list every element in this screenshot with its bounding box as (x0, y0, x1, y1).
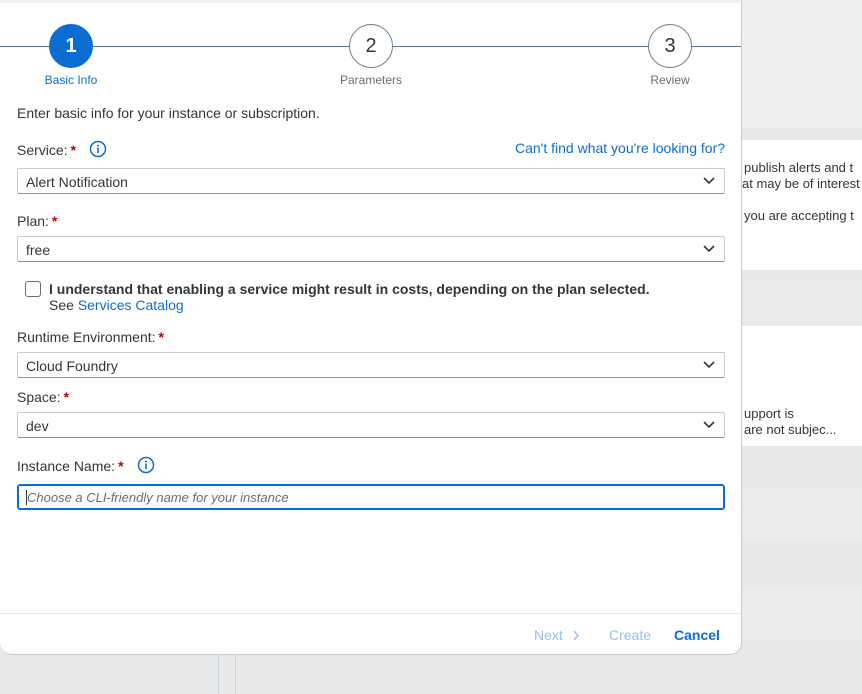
background-text: upport is (744, 406, 794, 421)
wizard-step-label-review[interactable]: Review (620, 73, 720, 87)
background-panel (736, 488, 862, 538)
runtime-label-text: Runtime Environment: (17, 329, 156, 345)
background-text: publish alerts and t (744, 160, 854, 175)
background-text: are not subjec... (744, 422, 837, 437)
see-text: See (49, 297, 74, 313)
dialog-top-bar (0, 0, 741, 3)
create-button[interactable]: Create (609, 627, 651, 643)
required-marker: * (118, 458, 124, 474)
background-panel (736, 280, 862, 320)
help-link[interactable]: Can't find what you're looking for? (515, 140, 725, 156)
chevron-right-icon (573, 630, 580, 641)
background-panel (736, 0, 862, 128)
service-select-value: Alert Notification (26, 174, 128, 190)
plan-label: Plan: * (17, 213, 57, 229)
cancel-button[interactable]: Cancel (674, 627, 720, 643)
chevron-down-icon (703, 421, 715, 429)
wizard-step-2[interactable]: 2 (349, 24, 393, 68)
info-icon[interactable] (89, 140, 107, 158)
runtime-environment-select[interactable]: Cloud Foundry (17, 352, 725, 378)
service-label: Service: * (17, 142, 76, 158)
space-select[interactable]: dev (17, 412, 725, 438)
wizard-step-label-basic-info[interactable]: Basic Info (21, 73, 121, 87)
wizard-step-number: 3 (664, 34, 676, 57)
info-icon[interactable] (137, 456, 155, 474)
cost-acknowledgment-text: I understand that enabling a service mig… (49, 281, 650, 297)
instance-name-label-text: Instance Name: (17, 458, 116, 474)
background-panel (736, 590, 862, 640)
services-catalog-line: See Services Catalog (49, 297, 184, 313)
background-text: at may be of interest (742, 176, 860, 191)
background-divider (235, 650, 236, 694)
wizard-step-3[interactable]: 3 (648, 24, 692, 68)
required-marker: * (63, 389, 70, 405)
dialog-footer-divider (0, 613, 741, 614)
required-marker: * (51, 213, 58, 229)
runtime-environment-label: Runtime Environment: * (17, 329, 164, 345)
chevron-down-icon (703, 361, 715, 369)
background-divider (218, 650, 219, 694)
service-select[interactable]: Alert Notification (17, 168, 725, 194)
space-label: Space: * (17, 389, 69, 405)
required-marker: * (158, 329, 164, 345)
background-text: you are accepting t (744, 208, 854, 223)
next-button[interactable]: Next (534, 627, 563, 643)
chevron-down-icon (703, 245, 715, 253)
instance-name-label: Instance Name: * (17, 458, 124, 474)
instance-name-input[interactable]: Choose a CLI-friendly name for your inst… (16, 483, 726, 511)
plan-select-value: free (26, 242, 51, 258)
create-instance-dialog: 1 Basic Info 2 Parameters 3 Review Enter… (0, 0, 742, 655)
form-intro-text: Enter basic info for your instance or su… (17, 105, 320, 121)
cost-acknowledgment-checkbox[interactable] (25, 281, 41, 297)
wizard-step-number: 2 (365, 34, 377, 57)
plan-select[interactable]: free (17, 236, 725, 262)
instance-name-placeholder: Choose a CLI-friendly name for your inst… (27, 490, 289, 505)
runtime-environment-value: Cloud Foundry (26, 358, 118, 374)
service-label-text: Service: (17, 142, 68, 158)
wizard-step-number: 1 (65, 34, 77, 57)
chevron-down-icon (703, 177, 715, 185)
space-label-text: Space: (17, 389, 61, 405)
required-marker: * (70, 142, 77, 158)
plan-label-text: Plan: (17, 213, 49, 229)
wizard-step-label-parameters[interactable]: Parameters (321, 73, 421, 87)
services-catalog-link[interactable]: Services Catalog (78, 297, 184, 313)
space-select-value: dev (26, 418, 49, 434)
wizard-step-1[interactable]: 1 (49, 24, 93, 68)
